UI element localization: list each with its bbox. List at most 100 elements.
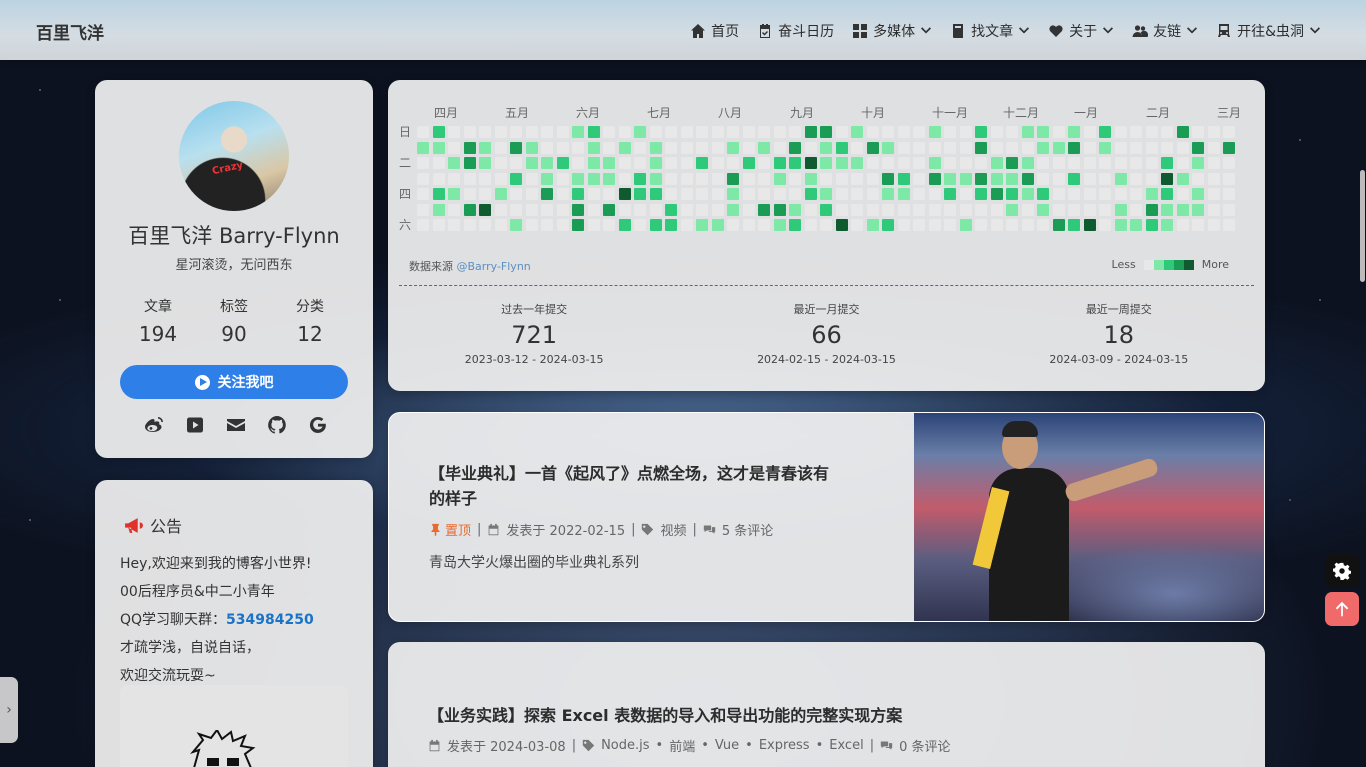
heatmap-cell[interactable] <box>866 126 879 138</box>
heatmap-cell[interactable] <box>417 172 429 185</box>
heatmap-cell[interactable] <box>897 172 910 185</box>
heatmap-cell[interactable] <box>711 219 724 231</box>
post-category[interactable]: 视频 <box>660 520 686 539</box>
heatmap-cell[interactable] <box>1099 126 1111 138</box>
weibo-icon[interactable] <box>143 414 165 436</box>
heatmap-cell[interactable] <box>479 157 491 169</box>
heatmap-cell[interactable] <box>1037 188 1049 200</box>
heatmap-cell[interactable] <box>804 172 817 185</box>
heatmap-cell[interactable] <box>758 203 770 216</box>
heatmap-cell[interactable] <box>804 141 817 154</box>
heatmap-cell[interactable] <box>587 188 600 200</box>
heatmap-cell[interactable] <box>851 126 863 138</box>
heatmap-cell[interactable] <box>479 172 491 185</box>
heatmap-cell[interactable] <box>1021 203 1034 216</box>
heatmap-cell[interactable] <box>448 172 460 185</box>
heatmap-cell[interactable] <box>913 141 925 154</box>
heatmap-cell[interactable] <box>928 126 941 138</box>
heatmap-cell[interactable] <box>773 141 786 154</box>
heatmap-cell[interactable] <box>866 141 879 154</box>
heatmap-cell[interactable] <box>463 188 476 200</box>
heatmap-cell[interactable] <box>1176 157 1189 169</box>
heatmap-cell[interactable] <box>525 157 538 169</box>
heatmap-cell[interactable] <box>944 141 956 154</box>
heatmap-cell[interactable] <box>1068 219 1080 231</box>
heatmap-cell[interactable] <box>463 172 476 185</box>
heatmap-cell[interactable] <box>1176 126 1189 138</box>
heatmap-cell[interactable] <box>1223 141 1235 154</box>
heatmap-cell[interactable] <box>417 157 429 169</box>
heatmap-cell[interactable] <box>634 126 646 138</box>
heatmap-cell[interactable] <box>556 188 569 200</box>
heatmap-cell[interactable] <box>432 172 445 185</box>
heatmap-cell[interactable] <box>572 188 584 200</box>
heatmap-cell[interactable] <box>789 203 801 216</box>
heatmap-cell[interactable] <box>959 172 972 185</box>
heatmap-cell[interactable] <box>1145 141 1158 154</box>
heatmap-cell[interactable] <box>541 172 553 185</box>
heatmap-cell[interactable] <box>510 188 522 200</box>
github-icon[interactable] <box>266 414 288 436</box>
heatmap-cell[interactable] <box>1052 157 1065 169</box>
heatmap-cell[interactable] <box>897 126 910 138</box>
heatmap-cell[interactable] <box>603 157 615 169</box>
heatmap-cell[interactable] <box>742 172 755 185</box>
heatmap-cell[interactable] <box>572 172 584 185</box>
heatmap-cell[interactable] <box>525 203 538 216</box>
heatmap-cell[interactable] <box>618 157 631 169</box>
heatmap-cell[interactable] <box>1207 188 1220 200</box>
heatmap-cell[interactable] <box>696 203 708 216</box>
heatmap-cell[interactable] <box>727 203 739 216</box>
heatmap-cell[interactable] <box>742 157 755 169</box>
heatmap-cell[interactable] <box>897 188 910 200</box>
heatmap-cell[interactable] <box>1083 172 1096 185</box>
heatmap-cell[interactable] <box>417 188 429 200</box>
heatmap-cell[interactable] <box>882 157 894 169</box>
site-brand[interactable]: 百里飞洋 <box>36 19 104 44</box>
heatmap-cell[interactable] <box>432 203 445 216</box>
heatmap-cell[interactable] <box>1207 141 1220 154</box>
heatmap-cell[interactable] <box>1021 157 1034 169</box>
heatmap-cell[interactable] <box>556 126 569 138</box>
heatmap-cell[interactable] <box>944 157 956 169</box>
youtube-icon[interactable] <box>184 414 206 436</box>
heatmap-cell[interactable] <box>479 219 491 231</box>
heatmap-cell[interactable] <box>1068 126 1080 138</box>
heatmap-cell[interactable] <box>944 188 956 200</box>
heatmap-cell[interactable] <box>913 157 925 169</box>
heatmap-cell[interactable] <box>835 141 848 154</box>
heatmap-cell[interactable] <box>773 157 786 169</box>
heatmap-cell[interactable] <box>432 126 445 138</box>
heatmap-cell[interactable] <box>913 188 925 200</box>
heatmap-cell[interactable] <box>851 157 863 169</box>
heatmap-cell[interactable] <box>1130 203 1142 216</box>
heatmap-cell[interactable] <box>1006 219 1018 231</box>
heatmap-cell[interactable] <box>990 157 1003 169</box>
heatmap-cell[interactable] <box>541 126 553 138</box>
heatmap-cell[interactable] <box>1130 188 1142 200</box>
heatmap-cell[interactable] <box>727 126 739 138</box>
heatmap-cell[interactable] <box>866 172 879 185</box>
heatmap-cell[interactable] <box>618 188 631 200</box>
heatmap-cell[interactable] <box>494 157 507 169</box>
heatmap-cell[interactable] <box>541 203 553 216</box>
heatmap-cell[interactable] <box>479 203 491 216</box>
heatmap-cell[interactable] <box>494 219 507 231</box>
heatmap-cell[interactable] <box>1006 172 1018 185</box>
heatmap-cell[interactable] <box>789 141 801 154</box>
heatmap-cell[interactable] <box>448 126 460 138</box>
menu-item-about[interactable]: 关于 <box>1048 21 1114 41</box>
scrollbar-thumb[interactable] <box>1360 170 1365 282</box>
heatmap-cell[interactable] <box>1021 126 1034 138</box>
heatmap-cell[interactable] <box>649 219 662 231</box>
heatmap-cell[interactable] <box>1192 188 1204 200</box>
heatmap-cell[interactable] <box>1037 203 1049 216</box>
heatmap-cell[interactable] <box>587 203 600 216</box>
menu-item-home[interactable]: 首页 <box>690 21 739 41</box>
heatmap-cell[interactable] <box>1161 188 1173 200</box>
heatmap-cell[interactable] <box>525 172 538 185</box>
menu-item-media[interactable]: 多媒体 <box>852 21 932 41</box>
heatmap-cell[interactable] <box>711 141 724 154</box>
post-tag[interactable]: 前端 <box>669 736 695 755</box>
heatmap-cell[interactable] <box>711 157 724 169</box>
